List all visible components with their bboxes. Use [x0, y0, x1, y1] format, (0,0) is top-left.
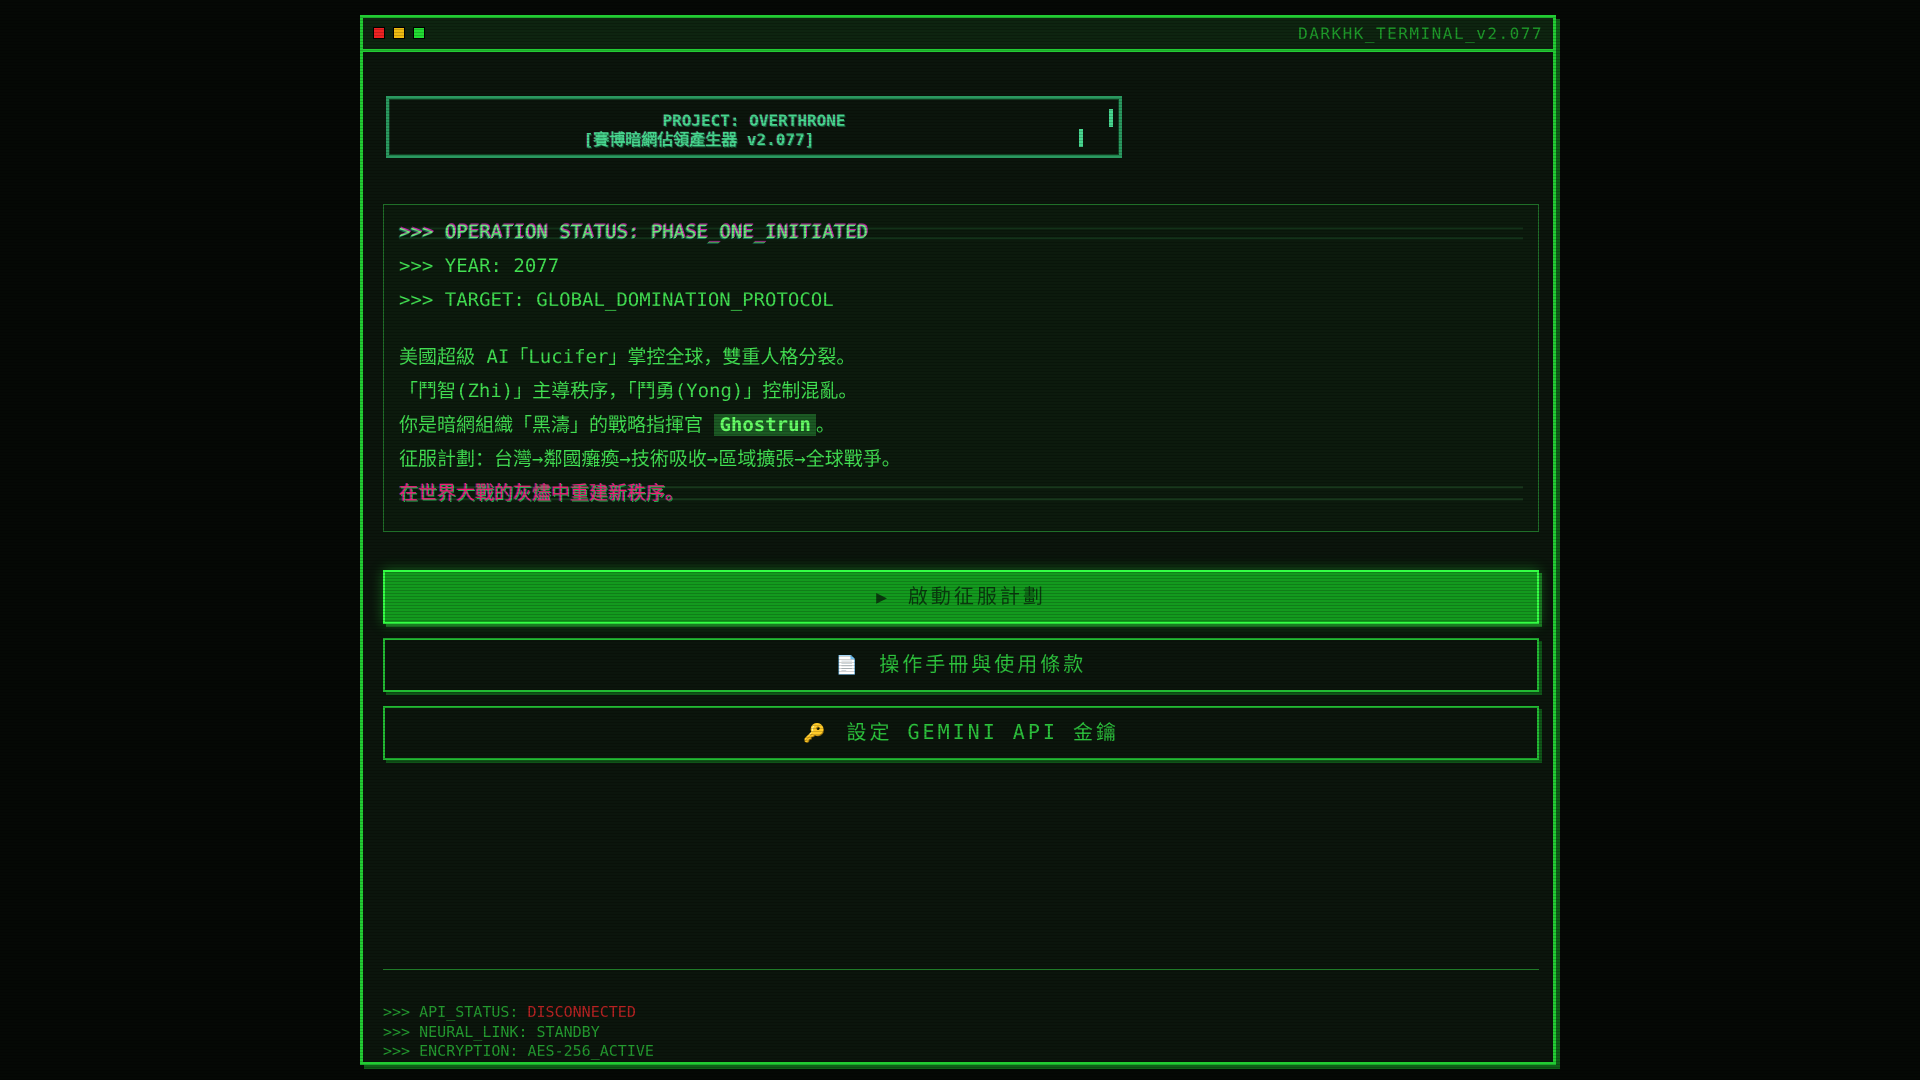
logo-title: PROJECT: OVERTHRONE: [662, 111, 846, 130]
story-line-5: 在世界大戰的灰燼中重建新秩序。: [399, 476, 1523, 510]
key-icon: 🔑: [803, 723, 829, 744]
set-api-key-button[interactable]: 🔑 設定 GEMINI API 金鑰: [383, 706, 1539, 760]
logo-bracket-decoration: [1079, 129, 1083, 147]
maximize-window-button[interactable]: [413, 27, 425, 39]
title-bar: DARKHK_TERMINAL_v2.077: [363, 18, 1553, 52]
logo-bracket-decoration: [1109, 109, 1113, 127]
start-conquest-button[interactable]: ▶ 啟動征服計劃: [383, 570, 1539, 624]
neural-link-status: >>> NEURAL_LINK: STANDBY: [383, 1022, 600, 1041]
document-icon: 📄: [835, 655, 862, 676]
set-api-key-label: 設定 GEMINI API 金鑰: [846, 720, 1119, 744]
api-status-label: >>> API_STATUS:: [383, 1003, 528, 1021]
minimize-window-button[interactable]: [393, 27, 405, 39]
window-title: DARKHK_TERMINAL_v2.077: [1298, 24, 1543, 43]
commander-name-highlight: Ghostrun: [714, 414, 816, 436]
terminal-window: DARKHK_TERMINAL_v2.077 PROJECT: OVERTHRO…: [360, 15, 1556, 1065]
story-line-4: 征服計劃：台灣→鄰國癱瘓→技術吸收→區域擴張→全球戰爭。: [399, 448, 901, 470]
logo-subtitle: [賽博暗網佔領產生器 v2.077]: [583, 130, 815, 149]
year-line: >>> YEAR: 2077: [399, 255, 560, 277]
story-line-3-prefix: 你是暗網組織「黑濤」的戰略指揮官: [399, 414, 715, 436]
project-logo: PROJECT: OVERTHRONE [賽博暗網佔領產生器 v2.077]: [386, 96, 1122, 158]
play-icon: ▶: [876, 587, 890, 608]
story-line-1: 美國超級 AI「Lucifer」掌控全球，雙重人格分裂。: [399, 346, 856, 368]
story-line-2: 「鬥智(Zhi)」主導秩序，「鬥勇(Yong)」控制混亂。: [399, 380, 858, 402]
terminal-output: >>> OPERATION STATUS: PHASE_ONE_INITIATE…: [383, 204, 1539, 532]
manual-terms-button[interactable]: 📄 操作手冊與使用條款: [383, 638, 1539, 692]
story-line-3: 你是暗網組織「黑濤」的戰略指揮官 Ghostrun。: [399, 408, 1523, 442]
encryption-status: >>> ENCRYPTION: AES-256_ACTIVE: [383, 1042, 654, 1060]
manual-terms-label: 操作手冊與使用條款: [879, 652, 1087, 676]
close-window-button[interactable]: [373, 27, 385, 39]
api-status-line: >>> API_STATUS: DISCONNECTED: [383, 1003, 654, 1023]
api-status-value: DISCONNECTED: [527, 1003, 636, 1021]
start-conquest-label: 啟動征服計劃: [907, 584, 1046, 608]
target-line: >>> TARGET: GLOBAL_DOMINATION_PROTOCOL: [399, 289, 834, 311]
system-status-panel: >>> API_STATUS: DISCONNECTED >>> NEURAL_…: [383, 1003, 654, 1062]
status-divider: [383, 969, 1539, 970]
story-line-3-suffix: 。: [815, 414, 835, 436]
operation-status-line: >>> OPERATION STATUS: PHASE_ONE_INITIATE…: [399, 215, 1523, 249]
